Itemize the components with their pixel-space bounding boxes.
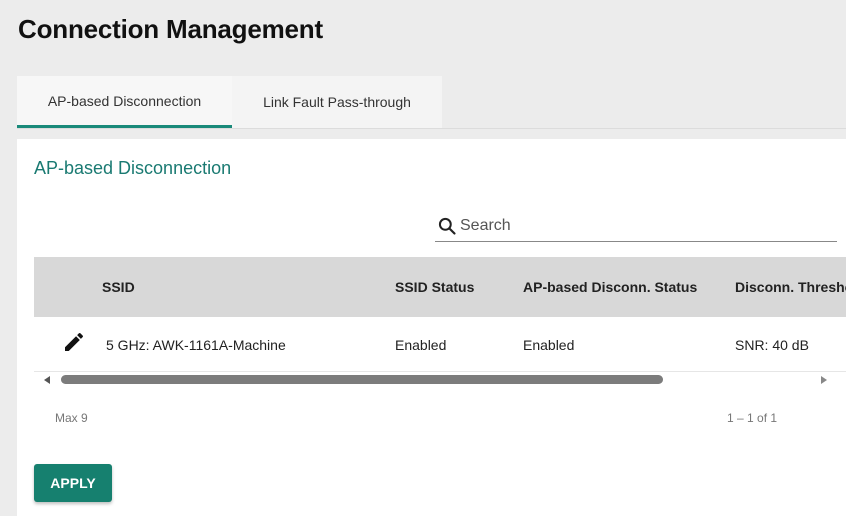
pagination-label: 1 – 1 of 1 [727,411,778,425]
tab-ap-based-disconnection[interactable]: AP-based Disconnection [17,76,232,128]
max-entries-label: Max 9 [55,411,88,425]
tab-bar: AP-based Disconnection Link Fault Pass-t… [17,76,442,128]
apply-button[interactable]: APPLY [34,464,112,502]
tab-divider [17,128,846,129]
column-header-disconn-threshold[interactable]: Disconn. Threshold [735,279,846,295]
cell-ap-disconn-status: Enabled [523,337,575,353]
cell-ssid: 5 GHz: AWK-1161A-Machine [106,337,286,353]
page-title: Connection Management [18,14,323,44]
tab-link-fault-pass-through[interactable]: Link Fault Pass-through [232,76,442,128]
search-icon [438,217,456,235]
column-header-ssid-status[interactable]: SSID Status [395,279,474,295]
search-box [435,211,837,242]
column-header-ap-disconn-status[interactable]: AP-based Disconn. Status [523,279,697,295]
content-card: AP-based Disconnection SSID SSID Status … [17,139,846,516]
column-header-ssid[interactable]: SSID [102,279,135,295]
card-title: AP-based Disconnection [34,158,232,178]
edit-icon[interactable] [62,330,86,354]
scroll-left-arrow-icon[interactable] [44,376,50,384]
scroll-right-arrow-icon[interactable] [821,376,827,384]
cell-ssid-status: Enabled [395,337,447,353]
search-input[interactable] [460,217,820,235]
horizontal-scrollbar[interactable] [34,372,846,388]
cell-disconn-threshold: SNR: 40 dB [735,337,809,353]
table-row: 5 GHz: AWK-1161A-Machine Enabled Enabled… [34,317,846,372]
table-header: SSID SSID Status AP-based Disconn. Statu… [34,257,846,317]
scrollbar-thumb[interactable] [61,375,663,384]
